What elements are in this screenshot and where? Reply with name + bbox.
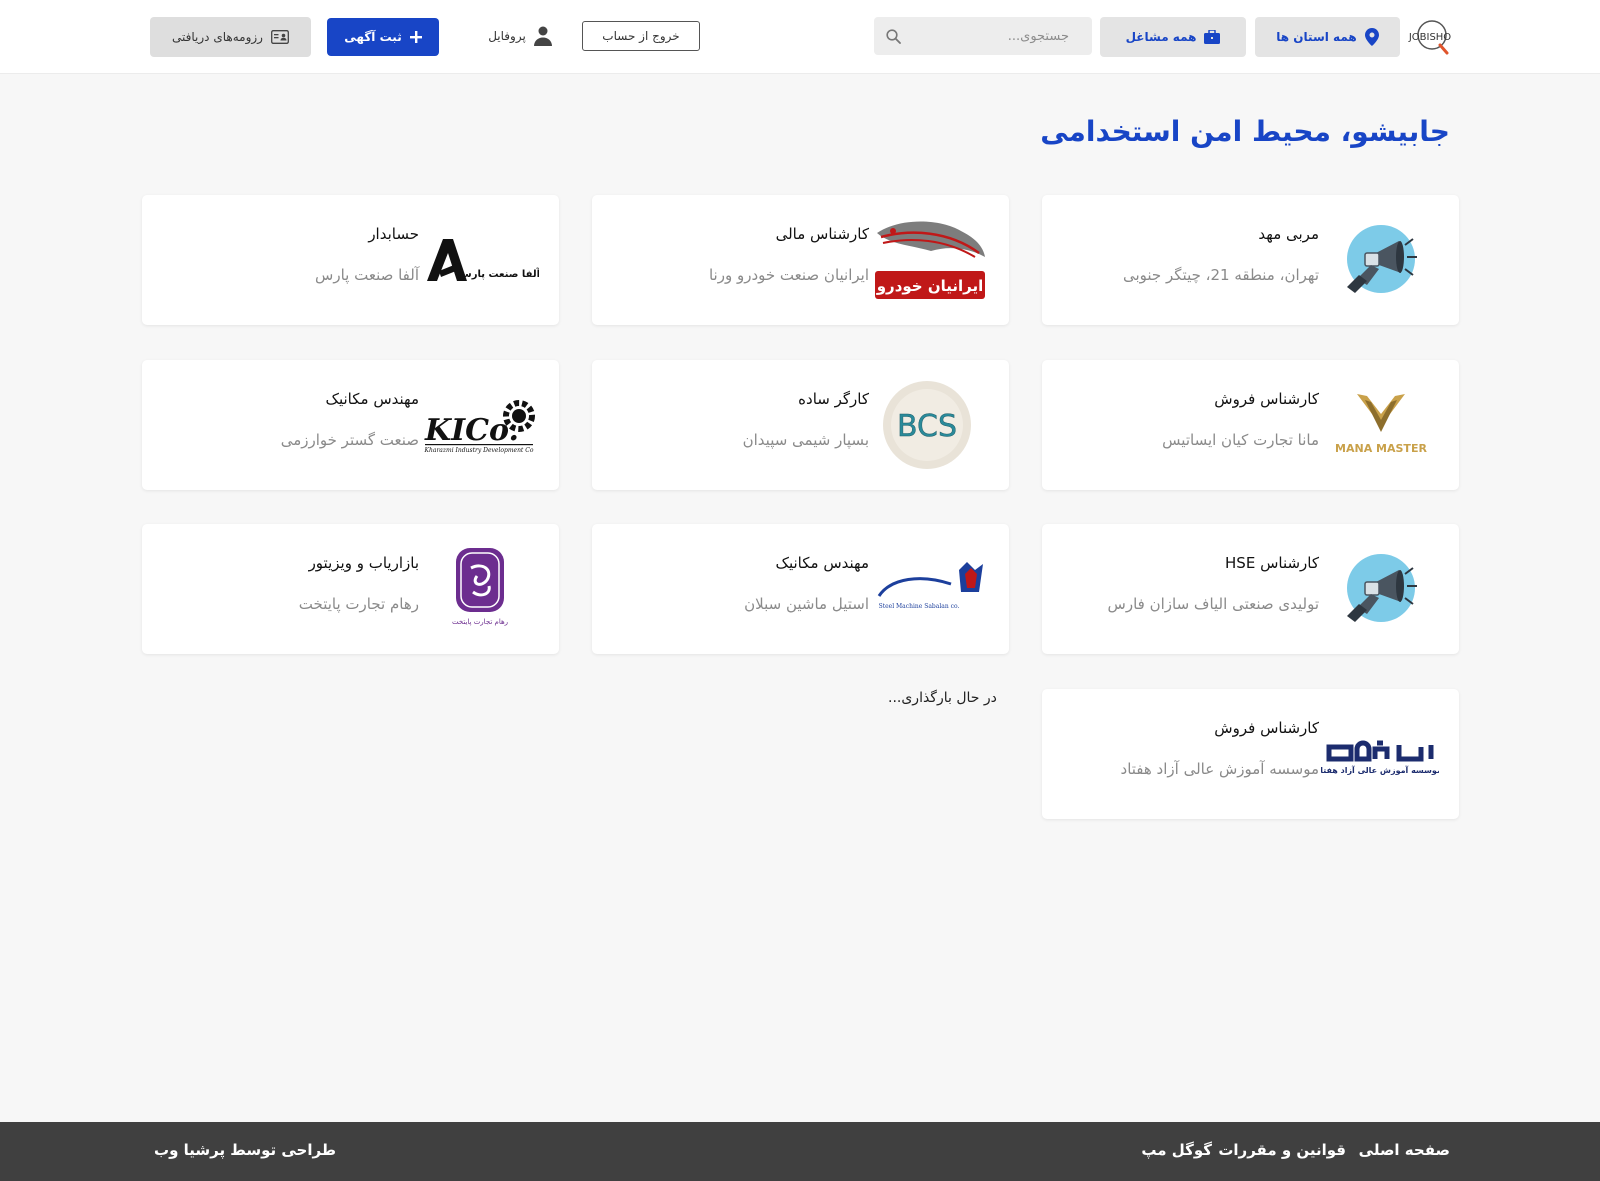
company-logo: MANA MASTER: [1321, 380, 1439, 470]
footer-link-home[interactable]: صفحه اصلی: [1359, 1141, 1450, 1159]
svg-text:MANA MASTER: MANA MASTER: [1335, 442, 1427, 455]
footer-credit-link[interactable]: طراحی توسط پرشیا وب: [154, 1141, 336, 1159]
user-icon: [533, 26, 552, 46]
post-ad-button-label: ثبت آگهی: [344, 30, 402, 44]
steel-machine-sabalan-logo-icon: Steel Machine Sabalan co.: [877, 562, 983, 610]
svg-text:رهام تجارت پایتخت: رهام تجارت پایتخت: [452, 618, 508, 626]
company-logo: آلفا صنعت پارس: [421, 215, 539, 305]
footer-link-rules[interactable]: قوانین و مقررات: [1218, 1141, 1346, 1159]
search-box[interactable]: [874, 17, 1092, 55]
job-title: کارشناس مالی: [775, 225, 869, 243]
company-logo: [1321, 544, 1439, 634]
iranian-khodro-logo-icon: ایرانیان خودرو: [875, 221, 985, 299]
search-icon: [886, 28, 901, 44]
job-title: مهندس مکانیک: [775, 554, 869, 572]
megaphone-logo-icon: [1347, 554, 1417, 622]
svg-text:Kharazmi Industry Development: Kharazmi Industry Development Co: [424, 447, 534, 454]
job-title: کارشناس HSE: [1225, 554, 1319, 572]
id-card-icon: [271, 30, 289, 44]
job-card[interactable]: KICo. Kharazmi Industry Development Co م…: [142, 360, 559, 490]
job-card[interactable]: ایرانیان خودرو کارشناس مالی ایرانیان صنع…: [592, 195, 1009, 325]
profile-link-label: پروفایل: [488, 29, 526, 43]
all-provinces-button[interactable]: همه استان ها: [1255, 17, 1400, 57]
received-resumes-button[interactable]: رزومه‌های دریافتی: [150, 17, 311, 57]
svg-text:آلفا صنعت پارس: آلفا صنعت پارس: [458, 267, 539, 280]
job-company: رهام تجارت پایتخت: [298, 595, 419, 613]
job-card[interactable]: Steel Machine Sabalan co. مهندس مکانیک ا…: [592, 524, 1009, 654]
company-logo: KICo. Kharazmi Industry Development Co: [421, 380, 539, 470]
company-logo: Steel Machine Sabalan co.: [871, 544, 989, 634]
page-footer: صفحه اصلی قوانین و مقررات گوگل مپ طراحی …: [0, 1122, 1600, 1181]
mana-master-logo-icon: MANA MASTER: [1335, 394, 1427, 455]
job-title: بازاریاب و ویزیتور: [308, 554, 419, 572]
job-company: مانا تجارت کیان ایساتیس: [1162, 431, 1319, 449]
kico-logo-icon: KICo. Kharazmi Industry Development Co: [424, 400, 535, 454]
job-title: کارشناس فروش: [1214, 719, 1319, 737]
svg-text:KICo.: KICo.: [424, 413, 519, 448]
job-card[interactable]: کارشناس HSE تولیدی صنعتی الیاف سازان فار…: [1042, 524, 1459, 654]
company-logo: [1321, 215, 1439, 305]
svg-text:BCS: BCS: [897, 409, 957, 444]
svg-text:JOBISHO: JOBISHO: [1408, 32, 1451, 43]
job-card[interactable]: مربی مهد تهران، منطقه 21، چیتگر جنوبی: [1042, 195, 1459, 325]
company-logo: BCS: [871, 380, 989, 470]
logout-button[interactable]: خروج از حساب: [582, 21, 700, 51]
job-company: آلفا صنعت پارس: [315, 266, 419, 284]
jobisho-logo-icon: JOBISHO: [1408, 20, 1451, 55]
company-logo: موسسه آموزش عالی آزاد هفتاد: [1321, 709, 1439, 799]
job-company: ایرانیان صنعت خودرو ورنا: [708, 266, 869, 284]
svg-text:Steel Machine Sabalan co.: Steel Machine Sabalan co.: [879, 603, 960, 610]
post-ad-button[interactable]: ثبت آگهی: [327, 18, 439, 56]
location-pin-icon: [1364, 28, 1379, 46]
all-occupations-button[interactable]: همه مشاغل: [1100, 17, 1246, 57]
job-title: کارگر ساده: [798, 390, 869, 408]
logout-button-label: خروج از حساب: [602, 29, 680, 43]
job-card[interactable]: رهام تجارت پایتخت بازاریاب و ویزیتور رها…: [142, 524, 559, 654]
job-company: موسسه آموزش عالی آزاد هفتاد: [1120, 760, 1319, 778]
footer-link-google-map[interactable]: گوگل مپ: [1141, 1141, 1212, 1159]
plus-icon: [409, 31, 422, 43]
company-logo: رهام تجارت پایتخت: [421, 544, 539, 634]
job-card[interactable]: BCS کارگر ساده بسپار شیمی سپیدان: [592, 360, 1009, 490]
job-company: صنعت گستر خوارزمی: [280, 431, 419, 449]
job-title: مهندس مکانیک: [325, 390, 419, 408]
resumes-button-label: رزومه‌های دریافتی: [172, 30, 263, 44]
job-card[interactable]: MANA MASTER کارشناس فروش مانا تجارت کیان…: [1042, 360, 1459, 490]
jobisho-logo[interactable]: JOBISHO: [1408, 16, 1452, 58]
job-company: بسپار شیمی سپیدان: [742, 431, 869, 449]
profile-link[interactable]: پروفایل: [470, 20, 570, 52]
job-company: تولیدی صنعتی الیاف سازان فارس: [1107, 595, 1319, 613]
megaphone-logo-icon: [1347, 225, 1417, 293]
svg-text:ایرانیان خودرو: ایرانیان خودرو: [876, 277, 984, 295]
search-input[interactable]: [909, 28, 1069, 44]
alfa-sanat-pars-logo-icon: آلفا صنعت پارس: [427, 239, 539, 281]
job-card[interactable]: موسسه آموزش عالی آزاد هفتاد کارشناس فروش…: [1042, 689, 1459, 819]
job-card[interactable]: آلفا صنعت پارس حسابدار آلفا صنعت پارس: [142, 195, 559, 325]
job-title: حسابدار: [368, 225, 419, 243]
job-company: استیل ماشین سبلان: [744, 595, 869, 613]
top-header: JOBISHO همه استان ها همه مشاغل خروج از ح…: [0, 0, 1600, 74]
occupation-button-label: همه مشاغل: [1125, 30, 1197, 44]
haftad-logo-icon: موسسه آموزش عالی آزاد هفتاد: [1321, 740, 1439, 776]
job-company: تهران، منطقه 21، چیتگر جنوبی: [1122, 266, 1319, 284]
company-logo: ایرانیان خودرو: [871, 215, 989, 305]
province-button-label: همه استان ها: [1276, 30, 1357, 44]
raham-logo-icon: رهام تجارت پایتخت: [452, 548, 508, 626]
job-title: کارشناس فروش: [1214, 390, 1319, 408]
job-title: مربی مهد: [1258, 225, 1319, 243]
loading-text: در حال بارگذاری...: [888, 690, 997, 706]
page-title: جابیشو، محیط امن استخدامی: [1040, 115, 1450, 148]
bcs-logo-icon: BCS: [883, 381, 971, 469]
briefcase-icon: [1204, 30, 1221, 44]
svg-text:موسسه آموزش عالی آزاد هفتاد: موسسه آموزش عالی آزاد هفتاد: [1321, 765, 1439, 776]
